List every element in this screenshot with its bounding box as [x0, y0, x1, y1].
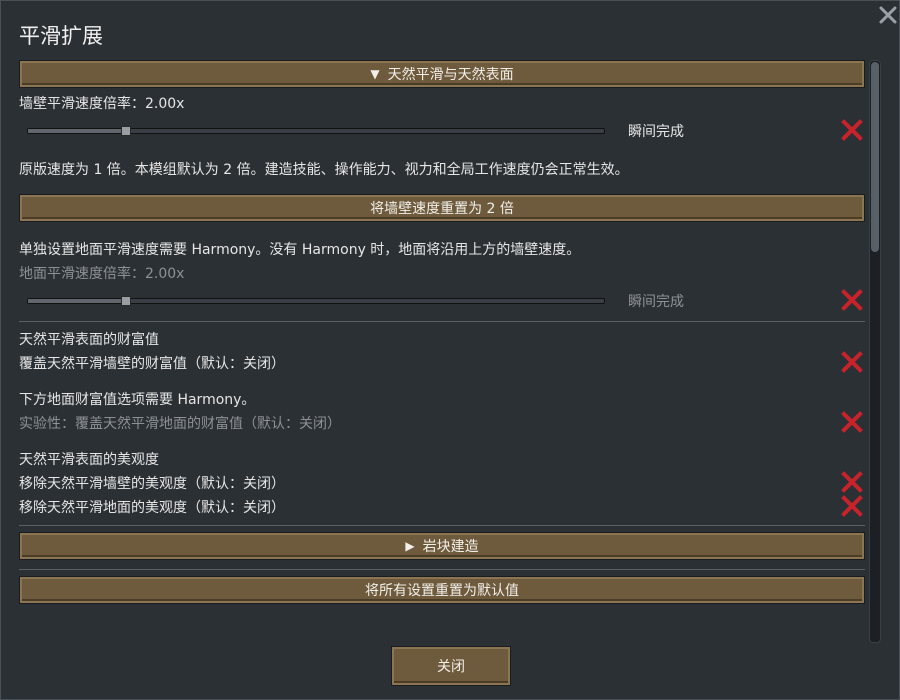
override-floor-wealth-label: 实验性：覆盖天然平滑地面的财富值（默认：关闭） — [19, 416, 341, 432]
wall-speed-note: 原版速度为 1 倍。本模组默认为 2 倍。建造技能、操作能力、视力和全局工作速度… — [19, 162, 629, 178]
remove-wall-beauty-label: 移除天然平滑墙壁的美观度（默认：关闭） — [19, 476, 285, 492]
expand-arrow-icon: ▼ — [370, 67, 380, 81]
floor-speed-note: 单独设置地面平滑速度需要 Harmony。没有 Harmony 时，地面将沿用上… — [19, 242, 581, 258]
wall-speed-slider-caption: 瞬间完成 — [628, 124, 684, 140]
remove-floor-beauty-label: 移除天然平滑地面的美观度（默认：关闭） — [19, 500, 285, 516]
section-label: 岩块建造 — [422, 539, 479, 555]
scrollbar[interactable] — [869, 60, 881, 643]
red-x-icon[interactable] — [841, 471, 863, 493]
section-label: 天然平滑与天然表面 — [387, 67, 514, 83]
floor-speed-slider-caption: 瞬间完成 — [628, 294, 684, 310]
red-x-icon[interactable] — [841, 289, 863, 311]
wall-speed-slider[interactable] — [27, 126, 605, 136]
wall-speed-label: 墙壁平滑速度倍率：2.00x — [19, 96, 185, 112]
settings-window: 平滑扩展 ▼ 天然平滑与天然表面 墙壁平滑速度倍率：2.00x 瞬间完成 原版速… — [0, 0, 900, 700]
close-button[interactable]: 关闭 — [391, 646, 511, 686]
close-icon[interactable] — [877, 4, 899, 26]
window-title: 平滑扩展 — [19, 24, 103, 48]
beauty-heading: 天然平滑表面的美观度 — [19, 452, 159, 468]
slider-handle[interactable] — [120, 296, 131, 306]
slider-fill — [28, 129, 126, 133]
reset-wall-speed-button[interactable]: 将墙壁速度重置为 2 倍 — [19, 194, 865, 222]
red-x-icon[interactable] — [841, 495, 863, 517]
section-header-rock[interactable]: ▶ 岩块建造 — [19, 532, 865, 560]
red-x-icon[interactable] — [841, 411, 863, 433]
wealth-note: 下方地面财富值选项需要 Harmony。 — [19, 392, 256, 408]
floor-speed-slider[interactable] — [27, 296, 605, 306]
scroll-thumb[interactable] — [871, 62, 879, 252]
wealth-heading: 天然平滑表面的财富值 — [19, 332, 159, 348]
divider — [19, 525, 865, 526]
red-x-icon[interactable] — [841, 351, 863, 373]
slider-fill — [28, 299, 126, 303]
section-header-natural[interactable]: ▼ 天然平滑与天然表面 — [19, 60, 865, 88]
red-x-icon[interactable] — [841, 119, 863, 141]
slider-handle[interactable] — [120, 126, 131, 136]
divider — [19, 321, 865, 322]
floor-speed-label: 地面平滑速度倍率：2.00x — [19, 266, 185, 282]
reset-all-button[interactable]: 将所有设置重置为默认值 — [19, 576, 865, 604]
override-wall-wealth-label: 覆盖天然平滑墙壁的财富值（默认：关闭） — [19, 356, 285, 372]
divider — [19, 569, 865, 570]
collapse-arrow-icon: ▶ — [405, 539, 415, 553]
